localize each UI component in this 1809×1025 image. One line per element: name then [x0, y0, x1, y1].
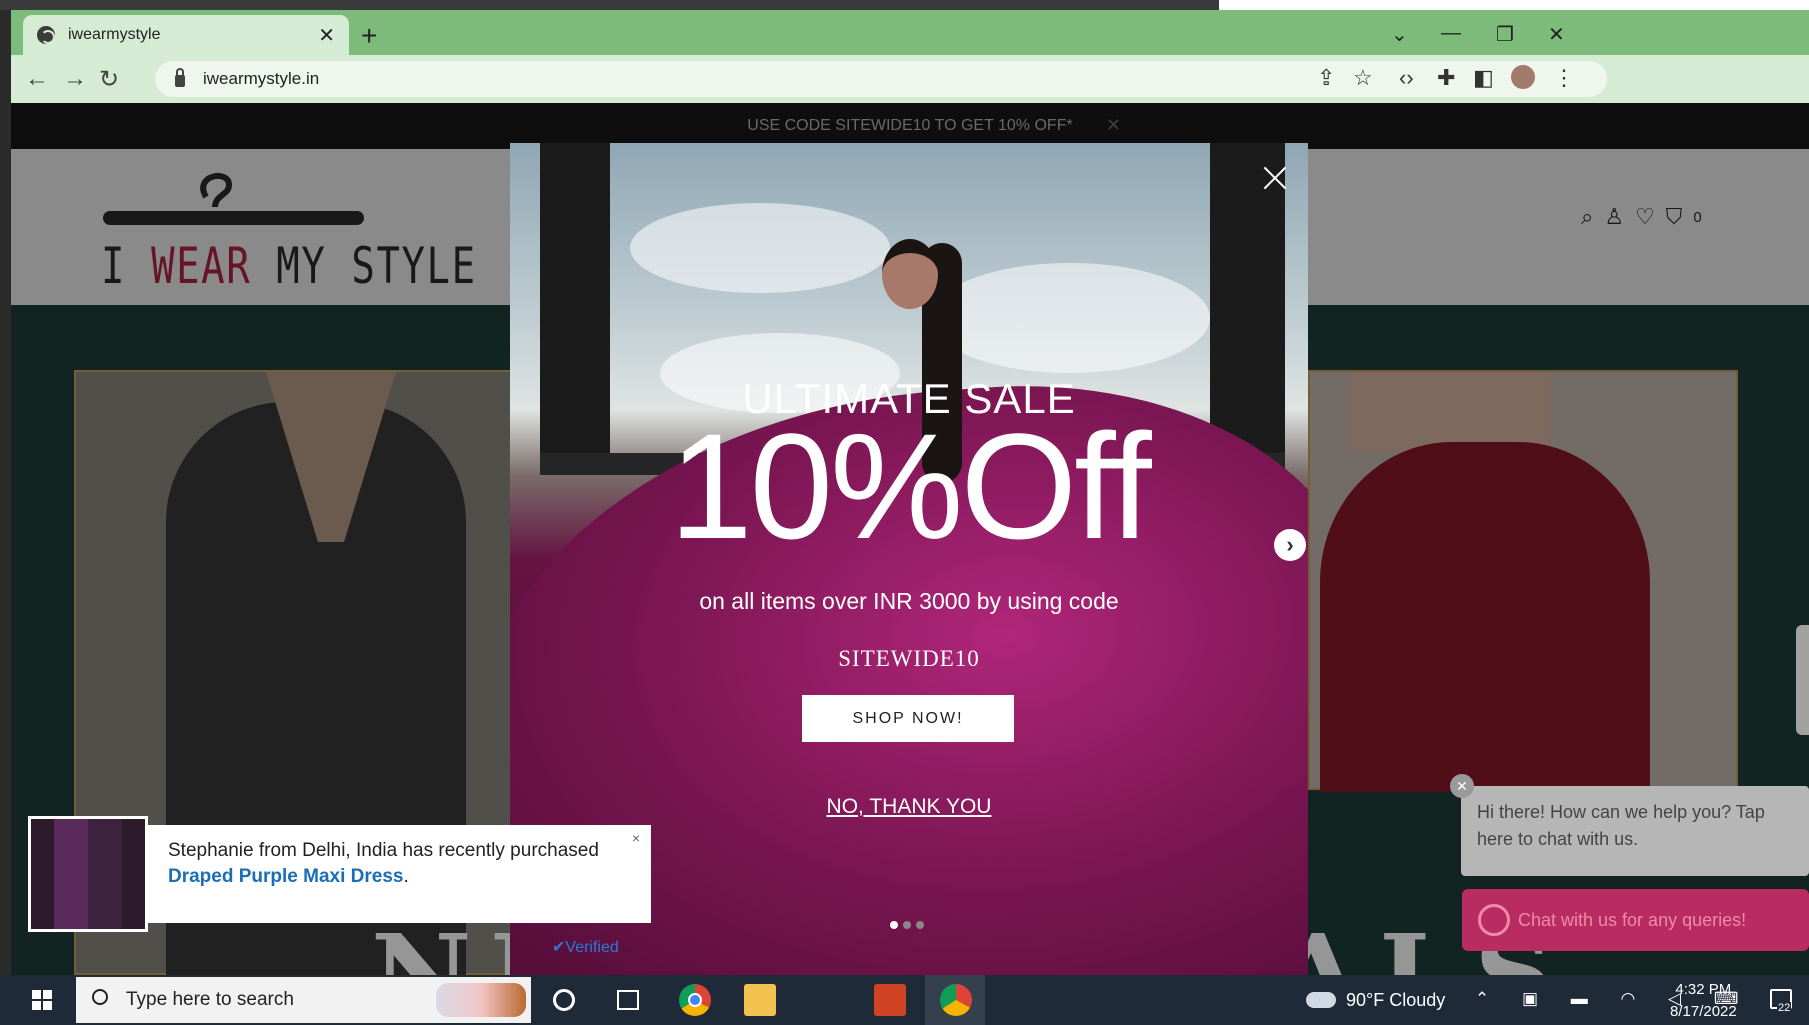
search-placeholder: Type here to search	[126, 989, 294, 1010]
browser-tab-bar: iwearmystyle ✕ + ⌄ — ❐ ✕	[11, 10, 1809, 55]
search-highlight-image	[436, 983, 526, 1017]
toast-message: Stephanie from Delhi, India has recently…	[148, 825, 651, 923]
clock-time: 4:32 PM	[1675, 981, 1732, 998]
whatsapp-icon	[1478, 904, 1510, 936]
chat-button-label: Chat with us for any queries!	[1518, 909, 1747, 930]
slide-dot[interactable]	[903, 921, 911, 929]
back-icon[interactable]: ←	[25, 65, 49, 93]
close-popup-icon[interactable]	[1262, 165, 1288, 191]
lock-icon[interactable]	[175, 68, 185, 87]
profile-avatar[interactable]	[1511, 65, 1535, 89]
web-page: USE CODE SITEWIDE10 TO GET 10% OFF* ✕ I …	[11, 103, 1809, 975]
address-bar[interactable]: iwearmystyle.in	[155, 61, 1607, 97]
windows-start-icon[interactable]	[32, 990, 52, 1010]
desktop-strip	[0, 0, 1809, 10]
toast-close-icon[interactable]: ×	[632, 830, 640, 846]
tab-title: iwearmystyle	[68, 26, 161, 43]
recent-purchase-toast: Stephanie from Delhi, India has recently…	[28, 816, 651, 932]
notification-count: 22	[1777, 1002, 1792, 1014]
model-image	[882, 239, 938, 309]
shop-now-button[interactable]: SHOP NOW!	[802, 695, 1014, 742]
whatsapp-chat-button[interactable]: Chat with us for any queries!	[1462, 889, 1809, 951]
extensions-icon[interactable]: ✚	[1437, 65, 1455, 91]
search-icon	[92, 989, 108, 1005]
maximize-button[interactable]: ❐	[1496, 22, 1514, 47]
clock-date: 8/17/2022	[1670, 1003, 1737, 1020]
globe-icon	[37, 26, 55, 44]
clock[interactable]: 4:32 PM 8/17/2022	[1670, 979, 1737, 1023]
tab-search-icon[interactable]: ⌄	[1391, 22, 1408, 47]
verified-badge: ✔Verified	[552, 939, 619, 956]
windows-taskbar: Type here to search 90°F Cloudy ⌃ ▣ ▬ ◠ …	[0, 975, 1809, 1025]
popup-subline: on all items over INR 3000 by using code	[699, 588, 1119, 614]
chrome-active-icon[interactable]	[940, 984, 972, 1016]
slide-dot[interactable]	[916, 921, 924, 929]
screen: iwearmystyle ✕ + ⌄ — ❐ ✕ ← → ↻ iwearmyst…	[0, 0, 1809, 1025]
weather-widget[interactable]: 90°F Cloudy	[1306, 975, 1445, 1025]
product-link[interactable]: Draped Purple Maxi Dress	[168, 866, 403, 887]
chat-greeting-bubble[interactable]: Hi there! How can we help you? Tap here …	[1461, 786, 1809, 876]
chat-bubble-close-icon[interactable]: ✕	[1450, 774, 1474, 798]
devtools-icon[interactable]: ‹›	[1399, 65, 1414, 91]
side-panel-icon[interactable]: ◧	[1473, 65, 1494, 91]
coupon-code: SITEWIDE10	[838, 646, 980, 671]
product-thumbnail[interactable]	[28, 816, 148, 932]
minimize-button[interactable]: —	[1441, 22, 1461, 45]
menu-kebab-icon[interactable]: ⋮	[1553, 65, 1575, 91]
chrome-icon[interactable]	[679, 984, 711, 1016]
share-icon[interactable]: ⇪	[1317, 65, 1335, 91]
forward-icon[interactable]: →	[63, 65, 87, 93]
task-view-icon[interactable]	[617, 990, 639, 1010]
browser-toolbar: ← → ↻ iwearmystyle.in ⇪ ☆ ‹› ✚ ◧ ⋮	[11, 55, 1809, 103]
slide-dot[interactable]	[890, 921, 898, 929]
taskbar-search-input[interactable]: Type here to search	[76, 977, 531, 1023]
reload-icon[interactable]: ↻	[99, 65, 119, 94]
bookmark-star-icon[interactable]: ☆	[1353, 65, 1373, 91]
close-tab-icon[interactable]: ✕	[318, 23, 335, 48]
close-window-button[interactable]: ✕	[1548, 22, 1565, 47]
slide-dots	[890, 921, 924, 929]
weather-text: 90°F Cloudy	[1346, 989, 1446, 1010]
cortana-icon[interactable]	[553, 989, 575, 1011]
powerpoint-icon[interactable]	[874, 984, 906, 1016]
cloud-icon	[1306, 992, 1336, 1008]
browser-tab[interactable]: iwearmystyle ✕	[23, 15, 349, 55]
popup-headline: 10%Off	[669, 402, 1152, 570]
url-text: iwearmystyle.in	[203, 69, 320, 88]
file-explorer-icon[interactable]	[744, 984, 776, 1016]
new-tab-button[interactable]: +	[361, 22, 377, 50]
